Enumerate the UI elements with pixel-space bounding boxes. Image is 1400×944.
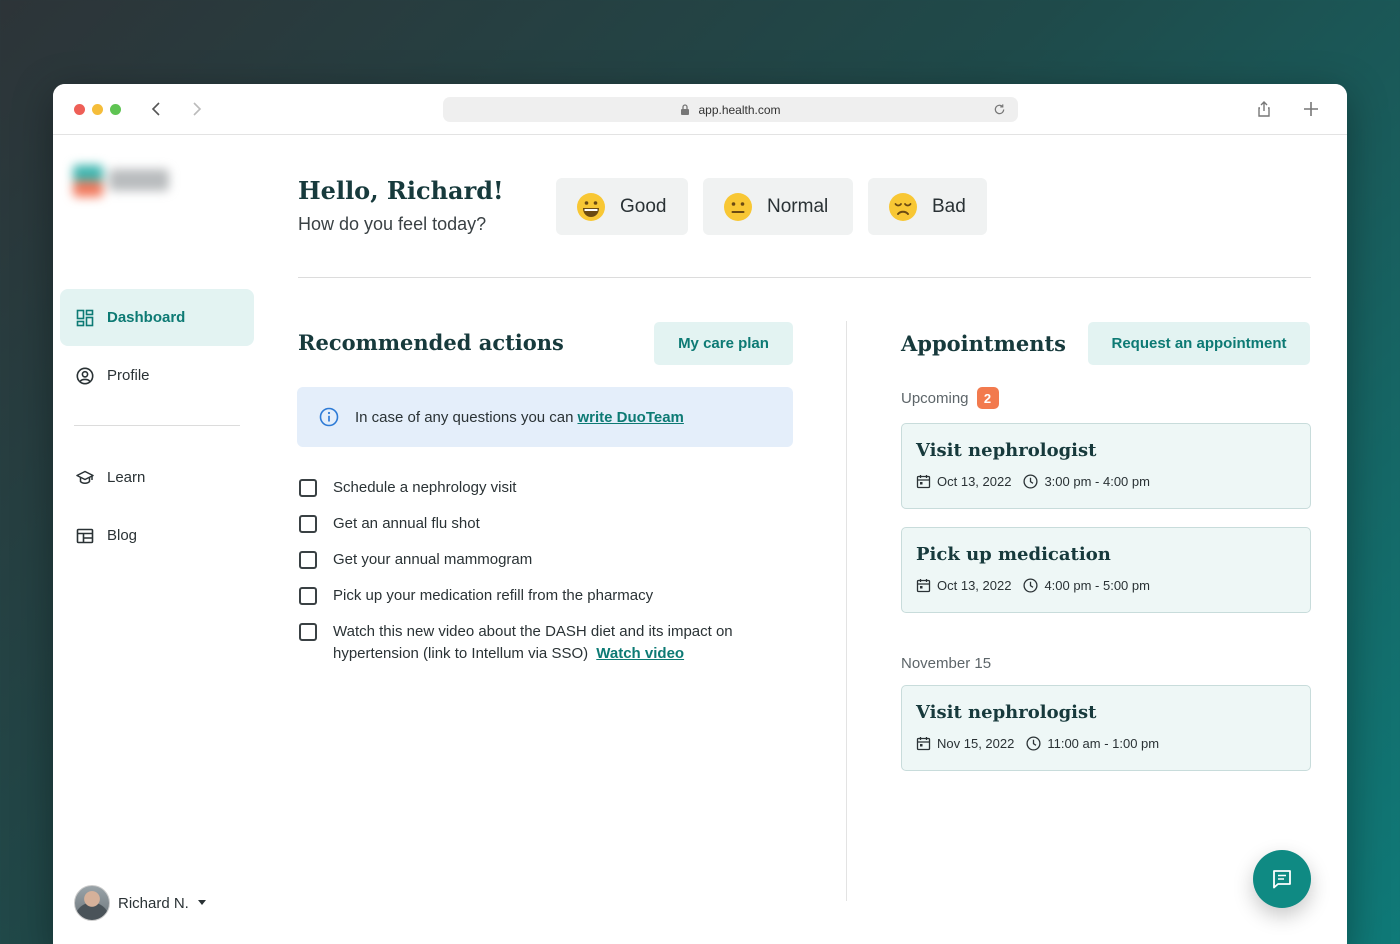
mood-label: Normal [767, 195, 829, 217]
appointment-time-group: 11:00 am - 1:00 pm [1026, 736, 1159, 751]
todo-checkbox[interactable] [299, 515, 317, 533]
todo-label: Get your annual mammogram [333, 551, 533, 568]
info-icon [319, 407, 339, 427]
todo-checkbox[interactable] [299, 551, 317, 569]
status-badge: 2 [976, 387, 999, 409]
list-item: Watch this new video about the DASH diet… [299, 621, 769, 665]
sidebar-item-blog[interactable]: Blog [60, 507, 254, 564]
maximize-window-button[interactable] [110, 104, 121, 115]
sidebar-item-label: Blog [107, 527, 138, 544]
upcoming-label: Upcoming 2 [901, 387, 999, 409]
user-name: Richard N. [118, 894, 189, 912]
todo-checkbox[interactable] [299, 587, 317, 605]
appointment-time: 11:00 am - 1:00 pm [1047, 736, 1160, 751]
request-appointment-button[interactable]: Request an appointment [1088, 322, 1310, 365]
list-item: Pick up your medication refill from the … [299, 585, 653, 607]
recommended-actions-title: Recommended actions [298, 330, 564, 355]
graduation-cap-icon [76, 470, 94, 484]
new-tab-plus-icon[interactable] [1302, 100, 1320, 118]
sidebar-item-label: Profile [107, 367, 150, 384]
greeting-title: Hello, Richard! [298, 176, 504, 205]
sidebar-item-learn[interactable]: Learn [60, 449, 254, 506]
appointment-card[interactable]: Visit nephrologist Oct 13, 2022 3:00 pm … [901, 423, 1311, 509]
mood-bad-button[interactable]: Bad [868, 178, 987, 235]
browser-toolbar: app.health.com [53, 84, 1347, 135]
mood-good-button[interactable]: Good [556, 178, 688, 235]
sidebar-item-profile[interactable]: Profile [60, 347, 254, 404]
dashboard-icon [76, 309, 94, 326]
calendar-icon [916, 579, 931, 593]
share-icon[interactable] [1255, 100, 1273, 118]
grinning-face-icon [577, 192, 605, 221]
disappointed-face-icon [889, 192, 917, 221]
appointment-name: Pick up medication [916, 544, 1111, 565]
appointment-name: Visit nephrologist [916, 702, 1097, 723]
clock-icon [1026, 736, 1041, 751]
todo-label: Get an annual flu shot [333, 515, 480, 532]
appointments-title: Appointments [901, 331, 1066, 356]
write-duoteam-link[interactable]: write DuoTeam [577, 409, 683, 426]
forward-arrow-icon[interactable] [185, 98, 207, 120]
calendar-icon [916, 475, 931, 489]
appointment-card[interactable]: Pick up medication Oct 13, 2022 4:00 pm … [901, 527, 1311, 613]
upcoming-text: Upcoming [901, 389, 969, 407]
todo-checkbox[interactable] [299, 623, 317, 641]
greeting-subtitle: How do you feel today? [298, 214, 487, 234]
chat-button[interactable] [1253, 850, 1311, 908]
appointment-time: 3:00 pm - 4:00 pm [1044, 474, 1150, 489]
todo-label: Watch this new video about the DASH diet… [333, 621, 769, 665]
caret-down-icon [197, 900, 206, 905]
info-banner: In case of any questions you can write D… [297, 387, 793, 447]
appointment-card[interactable]: Visit nephrologist Nov 15, 2022 11:00 am… [901, 685, 1311, 771]
clock-icon [1023, 578, 1039, 593]
mood-label: Bad [932, 195, 966, 217]
appointment-date: Nov 15, 2022 [937, 736, 1015, 751]
neutral-face-icon [724, 192, 752, 221]
group-date-label: November 15 [901, 655, 992, 672]
appointment-date: Oct 13, 2022 [937, 474, 1012, 489]
my-care-plan-button[interactable]: My care plan [654, 322, 793, 365]
avatar [74, 885, 110, 921]
appointment-time-group: 3:00 pm - 4:00 pm [1023, 474, 1150, 489]
mood-normal-button[interactable]: Normal [703, 178, 853, 235]
appointment-meta: Nov 15, 2022 11:00 am - 1:00 pm [916, 736, 1159, 751]
chat-icon [1273, 870, 1291, 889]
sidebar-item-label: Learn [107, 469, 146, 486]
appointment-meta: Oct 13, 2022 4:00 pm - 5:00 pm [916, 578, 1150, 593]
column-divider [846, 321, 847, 901]
mood-label: Good [620, 195, 667, 217]
appointment-time-group: 4:00 pm - 5:00 pm [1023, 578, 1150, 593]
reload-icon[interactable] [993, 103, 1006, 116]
sidebar-item-label: Dashboard [107, 309, 186, 326]
appointment-date: Oct 13, 2022 [937, 578, 1012, 593]
clock-icon [1023, 474, 1039, 489]
info-text: In case of any questions you can [355, 408, 574, 426]
appointment-meta: Oct 13, 2022 3:00 pm - 4:00 pm [916, 474, 1150, 489]
todo-label: Schedule a nephrology visit [333, 479, 517, 496]
address-bar[interactable]: app.health.com [443, 97, 1018, 122]
lock-icon [681, 104, 690, 115]
close-window-button[interactable] [74, 104, 85, 115]
sidebar: Dashboard Profile Learn Blog Richard N. [53, 135, 263, 944]
appointment-time: 4:00 pm - 5:00 pm [1044, 578, 1150, 593]
todo-label: Pick up your medication refill from the … [333, 587, 654, 604]
todo-checkbox[interactable] [299, 479, 317, 497]
back-arrow-icon[interactable] [146, 98, 168, 120]
list-item: Get an annual flu shot [299, 513, 480, 535]
list-item: Schedule a nephrology visit [299, 477, 516, 499]
list-item: Get your annual mammogram [299, 549, 532, 571]
appointment-name: Visit nephrologist [916, 440, 1097, 461]
layout-icon [76, 528, 94, 543]
brand-logo[interactable] [69, 163, 173, 199]
calendar-icon [916, 737, 931, 751]
user-menu[interactable]: Richard N. [74, 885, 206, 921]
browser-window: app.health.com Dashboard Profile Learn B… [53, 84, 1347, 944]
url-text: app.health.com [698, 102, 781, 117]
minimize-window-button[interactable] [92, 104, 103, 115]
sidebar-divider [74, 425, 240, 426]
header-divider [298, 277, 1311, 278]
user-circle-icon [76, 367, 94, 384]
sidebar-item-dashboard[interactable]: Dashboard [60, 289, 254, 346]
watch-video-link[interactable]: Watch video [596, 645, 684, 662]
